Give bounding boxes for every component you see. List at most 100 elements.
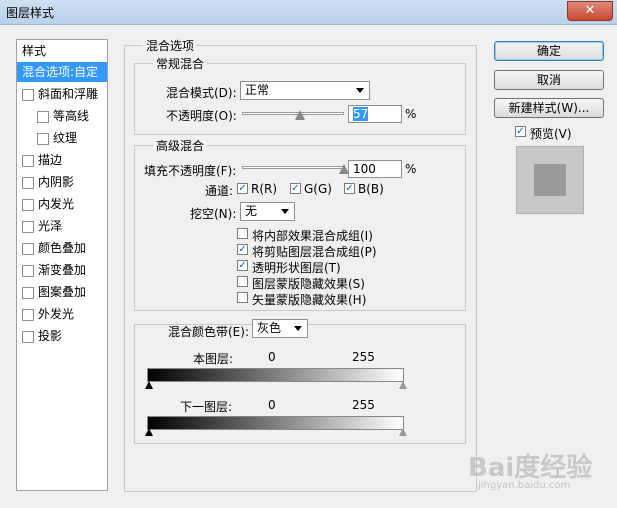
this-layer-black-handle[interactable] bbox=[145, 381, 153, 389]
this-layer-white-handle[interactable] bbox=[399, 381, 407, 389]
close-button[interactable]: ✕ bbox=[567, 1, 613, 21]
ok-button[interactable]: 确定 bbox=[494, 41, 604, 61]
knockout-label: 挖空(N): bbox=[190, 207, 237, 221]
title-bar[interactable]: 图层样式 ✕ bbox=[0, 0, 617, 25]
style-item[interactable]: 纹理 bbox=[17, 128, 107, 148]
style-item[interactable]: 内阴影 bbox=[17, 172, 107, 192]
style-item-checkbox[interactable] bbox=[22, 331, 34, 343]
chevron-down-icon bbox=[281, 209, 289, 214]
style-item[interactable]: 等高线 bbox=[17, 106, 107, 126]
style-item[interactable]: 外发光 bbox=[17, 304, 107, 324]
style-item[interactable]: 图案叠加 bbox=[17, 282, 107, 302]
watermark-url: jingyan.baidu.com bbox=[478, 480, 571, 491]
advanced-blending-title: 高级混合 bbox=[153, 137, 208, 154]
channel-r-label: R(R) bbox=[251, 182, 278, 196]
fill-opacity-label: 填充不透明度(F): bbox=[144, 164, 237, 178]
style-item-checkbox[interactable] bbox=[22, 177, 34, 189]
style-item[interactable]: 描边 bbox=[17, 150, 107, 170]
advanced-option-checkbox[interactable]: ✓ bbox=[237, 260, 248, 271]
opacity-input[interactable]: 57 bbox=[348, 105, 402, 123]
style-item-checkbox[interactable] bbox=[22, 155, 34, 167]
advanced-option-label: 图层蒙版隐藏效果(S) bbox=[252, 277, 365, 291]
blend-if-select[interactable]: 灰色 bbox=[252, 319, 308, 338]
channel-g-checkbox[interactable]: ✓ bbox=[290, 183, 301, 194]
fill-opacity-input[interactable]: 100 bbox=[348, 160, 402, 178]
fill-opacity-slider[interactable] bbox=[242, 166, 344, 169]
style-item-checkbox[interactable] bbox=[22, 265, 34, 277]
style-item-checkbox[interactable] bbox=[22, 89, 34, 101]
underlying-layer-white-handle[interactable] bbox=[399, 428, 407, 436]
new-style-button[interactable]: 新建样式(W)... bbox=[494, 98, 604, 118]
style-item-label: 描边 bbox=[38, 153, 63, 167]
advanced-option-checkbox[interactable]: ✓ bbox=[237, 244, 248, 255]
style-item-label: 光泽 bbox=[38, 219, 63, 233]
style-item[interactable]: 斜面和浮雕 bbox=[17, 84, 107, 104]
style-item-checkbox[interactable] bbox=[22, 221, 34, 233]
style-item-checkbox[interactable] bbox=[37, 133, 49, 145]
blend-if-label: 混合颜色带(E): bbox=[168, 325, 249, 339]
style-item[interactable]: 混合选项:自定 bbox=[17, 62, 107, 82]
blend-mode-value: 正常 bbox=[245, 83, 270, 97]
this-layer-min: 0 bbox=[268, 350, 276, 364]
advanced-option-checkbox[interactable] bbox=[237, 292, 248, 303]
underlying-layer-gradient bbox=[147, 416, 404, 430]
advanced-option-checkbox[interactable] bbox=[237, 228, 248, 239]
blend-mode-select[interactable]: 正常 bbox=[240, 81, 370, 100]
style-item-label: 等高线 bbox=[53, 109, 90, 123]
style-item-label: 投影 bbox=[38, 329, 63, 343]
underlying-layer-label: 下一图层: bbox=[180, 400, 233, 414]
advanced-option-label: 将剪贴图层混合成组(P) bbox=[252, 245, 377, 259]
preview-swatch bbox=[534, 164, 566, 196]
style-item[interactable]: 内发光 bbox=[17, 194, 107, 214]
style-item-checkbox[interactable] bbox=[37, 111, 49, 123]
advanced-option-label: 矢量蒙版隐藏效果(H) bbox=[252, 293, 367, 307]
style-item-label: 混合选项:自定 bbox=[22, 65, 99, 79]
opacity-unit: % bbox=[405, 107, 417, 121]
opacity-slider-thumb[interactable] bbox=[295, 110, 306, 120]
knockout-select[interactable]: 无 bbox=[240, 202, 295, 221]
advanced-option-label: 将内部效果混合成组(I) bbox=[252, 229, 373, 243]
channels-label: 通道: bbox=[205, 184, 234, 198]
opacity-value: 57 bbox=[353, 107, 369, 121]
underlying-layer-black-handle[interactable] bbox=[145, 428, 153, 436]
watermark-logo: Bai度经验 bbox=[468, 453, 593, 483]
cancel-button[interactable]: 取消 bbox=[494, 70, 604, 90]
underlying-layer-min: 0 bbox=[268, 398, 276, 412]
this-layer-gradient bbox=[147, 368, 404, 382]
style-item-checkbox[interactable] bbox=[22, 243, 34, 255]
opacity-label: 不透明度(O): bbox=[166, 109, 237, 123]
channel-r-checkbox[interactable]: ✓ bbox=[237, 183, 248, 194]
style-item[interactable]: 颜色叠加 bbox=[17, 238, 107, 258]
style-item-checkbox[interactable] bbox=[22, 199, 34, 211]
style-item[interactable]: 光泽 bbox=[17, 216, 107, 236]
blend-if-value: 灰色 bbox=[257, 321, 282, 335]
chevron-down-icon bbox=[356, 88, 364, 93]
channel-b-checkbox[interactable]: ✓ bbox=[344, 183, 355, 194]
style-item-checkbox[interactable] bbox=[22, 309, 34, 321]
underlying-layer-max: 255 bbox=[352, 398, 375, 412]
style-item-label: 颜色叠加 bbox=[38, 241, 87, 255]
fill-opacity-value: 100 bbox=[353, 162, 376, 176]
opacity-slider[interactable] bbox=[242, 112, 344, 115]
advanced-option-checkbox[interactable] bbox=[237, 276, 248, 287]
style-item[interactable]: 投影 bbox=[17, 326, 107, 346]
style-item[interactable]: 渐变叠加 bbox=[17, 260, 107, 280]
preview-checkbox[interactable]: ✓ bbox=[515, 126, 526, 137]
style-item-label: 斜面和浮雕 bbox=[38, 87, 99, 101]
this-layer-label: 本图层: bbox=[193, 352, 234, 366]
channel-b-label: B(B) bbox=[358, 182, 384, 196]
preview-thumbnail bbox=[516, 146, 584, 214]
window-title: 图层样式 bbox=[6, 6, 55, 20]
styles-list-header[interactable]: 样式 bbox=[17, 41, 107, 61]
fill-opacity-unit: % bbox=[405, 162, 417, 176]
this-layer-max: 255 bbox=[352, 350, 375, 364]
style-item-checkbox[interactable] bbox=[22, 287, 34, 299]
blend-mode-label: 混合模式(D): bbox=[166, 86, 237, 100]
close-icon: ✕ bbox=[584, 3, 596, 18]
preview-label: 预览(V) bbox=[530, 127, 572, 141]
style-item-label: 纹理 bbox=[53, 131, 78, 145]
style-item-label: 外发光 bbox=[38, 307, 75, 321]
style-item-label: 渐变叠加 bbox=[38, 263, 87, 277]
style-item-label: 内发光 bbox=[38, 197, 75, 211]
style-item-label: 内阴影 bbox=[38, 175, 75, 189]
